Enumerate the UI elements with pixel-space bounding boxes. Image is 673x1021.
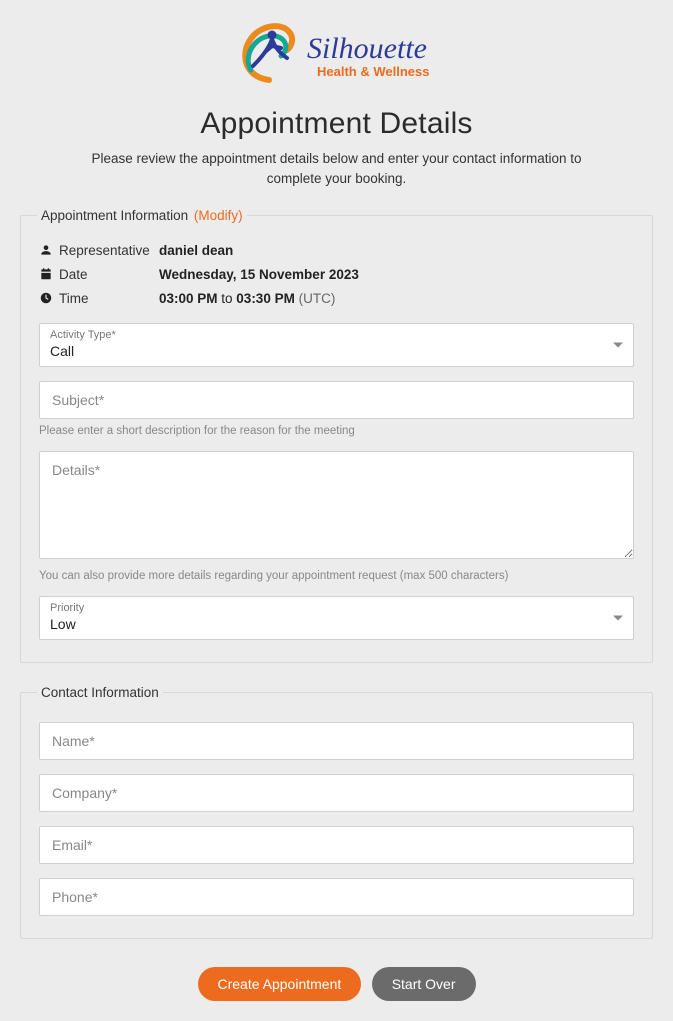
chevron-down-icon <box>613 343 623 348</box>
time-label: Time <box>59 289 159 309</box>
appointment-information-legend: Appointment Information (Modify) <box>37 208 247 223</box>
contact-information-legend: Contact Information <box>37 685 163 700</box>
legend-text: Appointment Information <box>41 208 188 223</box>
priority-value: Low <box>50 616 76 632</box>
time-row: Time 03:00 PM to 03:30 PM (UTC) <box>39 289 634 309</box>
priority-select[interactable]: Priority Low <box>39 596 634 640</box>
time-end: 03:30 PM <box>236 291 295 306</box>
modify-link[interactable]: (Modify) <box>194 208 243 223</box>
email-input[interactable] <box>39 826 634 864</box>
brand-logo: Silhouette Health & Wellness <box>20 0 653 101</box>
date-label: Date <box>59 265 159 285</box>
create-appointment-button[interactable]: Create Appointment <box>198 967 362 1001</box>
subject-input[interactable] <box>39 381 634 419</box>
company-input[interactable] <box>39 774 634 812</box>
start-over-button[interactable]: Start Over <box>372 967 476 1001</box>
date-row: Date Wednesday, 15 November 2023 <box>39 265 634 285</box>
chevron-down-icon <box>613 616 623 621</box>
actions-row: Create Appointment Start Over <box>20 961 653 1021</box>
time-tz: (UTC) <box>295 291 336 306</box>
time-start: 03:00 PM <box>159 291 218 306</box>
priority-label: Priority <box>50 603 603 614</box>
subject-helper: Please enter a short description for the… <box>39 425 634 437</box>
contact-information-fieldset: Contact Information <box>20 685 653 939</box>
representative-row: Representative daniel dean <box>39 241 634 261</box>
page-title: Appointment Details <box>20 107 653 141</box>
page-subtitle: Please review the appointment details be… <box>77 149 597 190</box>
brand-tagline: Health & Wellness <box>317 64 429 79</box>
activity-type-value: Call <box>50 343 74 359</box>
person-icon <box>39 241 59 261</box>
activity-type-label: Activity Type* <box>50 330 603 341</box>
details-textarea[interactable] <box>39 451 634 559</box>
appointment-information-fieldset: Appointment Information (Modify) Represe… <box>20 208 653 664</box>
representative-label: Representative <box>59 241 159 261</box>
calendar-icon <box>39 265 59 285</box>
time-to: to <box>218 291 237 306</box>
time-value: 03:00 PM to 03:30 PM (UTC) <box>159 289 335 309</box>
details-helper: You can also provide more details regard… <box>39 570 634 582</box>
representative-value: daniel dean <box>159 241 233 261</box>
name-input[interactable] <box>39 722 634 760</box>
phone-input[interactable] <box>39 878 634 916</box>
activity-type-select[interactable]: Activity Type* Call <box>39 323 634 367</box>
date-value: Wednesday, 15 November 2023 <box>159 265 359 285</box>
clock-icon <box>39 289 59 309</box>
brand-name: Silhouette <box>307 32 427 65</box>
